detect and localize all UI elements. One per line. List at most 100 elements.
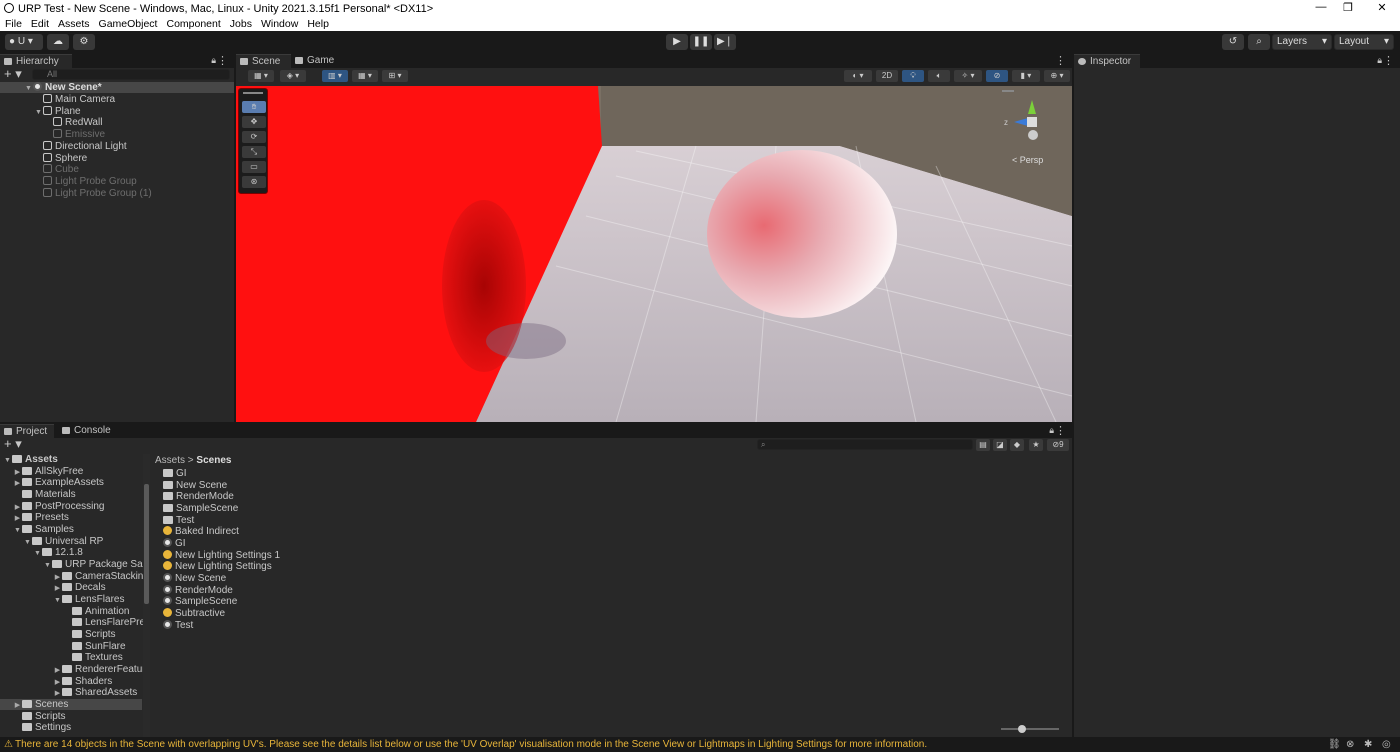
lock-icon[interactable]: 🔒︎ xyxy=(1049,425,1054,436)
lock-icon[interactable]: 🔒︎ xyxy=(1377,55,1382,66)
icon-size-slider[interactable] xyxy=(1001,725,1059,733)
hierarchy-add-button[interactable]: + ▾ xyxy=(4,67,22,80)
file-item[interactable]: GI xyxy=(163,538,186,549)
close-button[interactable]: ✕ xyxy=(1375,1,1389,14)
expand-arrow-icon[interactable]: ▼ xyxy=(33,548,42,559)
expand-arrow-icon[interactable]: ▶ xyxy=(53,677,62,688)
menu-assets[interactable]: Assets xyxy=(53,17,94,30)
folder-tree-item[interactable]: ▼ 12.1.8 xyxy=(0,547,142,558)
layers-dropdown[interactable]: Layers ▾ xyxy=(1272,34,1332,50)
expand-arrow-icon[interactable]: ▶ xyxy=(13,700,22,711)
folder-tree-item[interactable]: Textures xyxy=(0,652,142,663)
file-item[interactable]: New Scene xyxy=(163,480,227,491)
account-dropdown[interactable]: ● U ▾ xyxy=(5,34,43,50)
effects-dropdown[interactable]: ✧ ▾ xyxy=(954,70,982,82)
file-item[interactable]: RenderMode xyxy=(163,491,234,502)
expand-arrow-icon[interactable]: ▶ xyxy=(13,467,22,478)
expand-arrow-icon[interactable]: ▼ xyxy=(53,595,62,606)
file-item[interactable]: Test xyxy=(163,619,193,631)
more-options-icon[interactable]: ⋮ xyxy=(1055,54,1066,67)
folder-tree-item[interactable]: ▶ Presets xyxy=(0,512,142,523)
menu-gameobject[interactable]: GameObject xyxy=(94,17,162,30)
play-button[interactable]: ▶ xyxy=(666,34,688,50)
toggle-2d-button[interactable]: 2D xyxy=(876,70,898,82)
expand-arrow-icon[interactable]: ▼ xyxy=(23,537,32,548)
tab-game[interactable]: Game xyxy=(291,54,346,68)
hierarchy-item[interactable]: Sphere xyxy=(0,152,87,164)
tab-inspector[interactable]: Inspector xyxy=(1074,54,1140,68)
expand-arrow-icon[interactable]: ▼ xyxy=(13,525,22,536)
breadcrumb-scenes[interactable]: Scenes xyxy=(196,455,231,466)
lighting-progress-icon[interactable]: ◎ xyxy=(1382,737,1391,752)
menu-window[interactable]: Window xyxy=(256,17,302,30)
project-add-button[interactable]: + ▾ xyxy=(4,437,22,450)
more-options-icon[interactable]: ⋮ xyxy=(1383,54,1394,67)
hierarchy-item[interactable]: Directional Light xyxy=(0,140,127,152)
more-options-icon[interactable]: ⋮ xyxy=(1055,424,1066,437)
folder-tree-item[interactable]: ▶ RendererFeatur xyxy=(0,664,146,676)
project-search-input[interactable]: ⌕ xyxy=(757,439,973,450)
lock-icon[interactable]: 🔒︎ xyxy=(211,55,216,66)
palette-handle[interactable] xyxy=(243,92,263,94)
audio-toggle-icon[interactable]: 🔈︎ xyxy=(928,70,950,82)
hidden-packages-toggle[interactable]: ⊘9 xyxy=(1047,439,1069,451)
file-item[interactable]: New Scene xyxy=(163,573,226,584)
menu-edit[interactable]: Edit xyxy=(26,17,53,30)
folder-tree-item[interactable]: Scripts xyxy=(0,629,142,640)
hierarchy-search-input[interactable]: All xyxy=(32,69,230,80)
file-item[interactable]: Test xyxy=(163,515,194,526)
scale-tool-icon[interactable]: ⤡ xyxy=(242,146,266,158)
history-icon[interactable]: ↺ xyxy=(1222,34,1244,50)
render-mode-dropdown[interactable]: ◈ ▾ xyxy=(280,70,306,82)
folder-tree-item[interactable]: ▶ SharedAssets xyxy=(0,687,142,698)
file-item[interactable]: SampleScene xyxy=(163,596,237,607)
hierarchy-item[interactable]: RedWall xyxy=(0,117,102,128)
visibility-toggle-icon[interactable]: ⊘ xyxy=(986,70,1008,82)
menu-help[interactable]: Help xyxy=(302,17,333,30)
expand-arrow-icon[interactable]: ▶ xyxy=(53,665,62,676)
collab-icon[interactable]: ⚙ xyxy=(73,34,95,50)
gizmo-handle[interactable] xyxy=(1002,90,1014,92)
expand-arrow-icon[interactable]: ▶ xyxy=(13,513,22,524)
expand-arrow-icon[interactable]: ▶ xyxy=(13,502,22,513)
file-item[interactable]: RenderMode xyxy=(163,584,233,596)
folder-tree-item[interactable]: LensFlarePre xyxy=(0,617,145,628)
folder-tree-item[interactable]: Settings xyxy=(0,722,142,733)
tag-icon[interactable]: ◆ xyxy=(1010,439,1024,451)
file-item[interactable]: GI xyxy=(163,468,187,479)
orientation-gizmo[interactable]: z xyxy=(1002,90,1062,152)
folder-tree-item[interactable]: ▼ URP Package Sam xyxy=(0,559,150,571)
grid-snap-dropdown[interactable]: ▥ ▾ xyxy=(322,70,348,82)
folder-tree-item[interactable]: ▼ Samples xyxy=(0,524,142,535)
file-item[interactable]: Subtractive xyxy=(163,608,225,619)
hierarchy-item[interactable]: Main Camera xyxy=(0,94,115,105)
expand-arrow-icon[interactable]: ▶ xyxy=(53,583,62,594)
hierarchy-item[interactable]: Cube xyxy=(0,164,79,175)
menu-component[interactable]: Component xyxy=(161,17,224,30)
expand-arrow-icon[interactable]: ▼ xyxy=(43,560,52,571)
hierarchy-scene-row[interactable]: ▼ New Scene* xyxy=(0,82,234,93)
debug-icon[interactable]: ✱ xyxy=(1364,737,1372,752)
favorite-star-icon[interactable]: ★ xyxy=(1029,439,1043,451)
hierarchy-item[interactable]: Light Probe Group xyxy=(0,175,137,187)
folder-tree-item[interactable]: ▶ CameraStackin xyxy=(0,571,144,582)
step-button[interactable]: ▶❘ xyxy=(714,34,736,50)
folder-tree-item[interactable]: ▶ ExampleAssets xyxy=(0,477,142,488)
tab-console[interactable]: Console xyxy=(58,424,118,438)
folder-tree-item[interactable]: ▶ Decals xyxy=(0,582,142,593)
sphere-object[interactable] xyxy=(707,150,897,318)
increment-snap-dropdown[interactable]: ⊞ ▾ xyxy=(382,70,408,82)
status-bar[interactable]: ⚠ There are 14 objects in the Scene with… xyxy=(0,737,1400,752)
shading-dropdown[interactable]: ◐ ▾ xyxy=(844,70,872,82)
hierarchy-item[interactable]: Light Probe Group (1) xyxy=(0,187,152,199)
folder-tree-item[interactable]: Animation xyxy=(0,606,142,617)
layout-dropdown[interactable]: Layout ▾ xyxy=(1334,34,1394,50)
tree-scrollbar[interactable] xyxy=(143,454,150,737)
file-item[interactable]: New Lighting Settings 1 xyxy=(163,549,280,561)
folder-tree-item[interactable]: ▼ Universal RP xyxy=(0,536,142,547)
more-options-icon[interactable]: ⋮ xyxy=(217,54,228,67)
network-icon[interactable]: ⛓ xyxy=(1328,737,1341,752)
minimize-button[interactable]: — xyxy=(1314,1,1328,13)
pause-button[interactable]: ❚❚ xyxy=(690,34,712,50)
file-item[interactable]: New Lighting Settings xyxy=(163,561,272,572)
